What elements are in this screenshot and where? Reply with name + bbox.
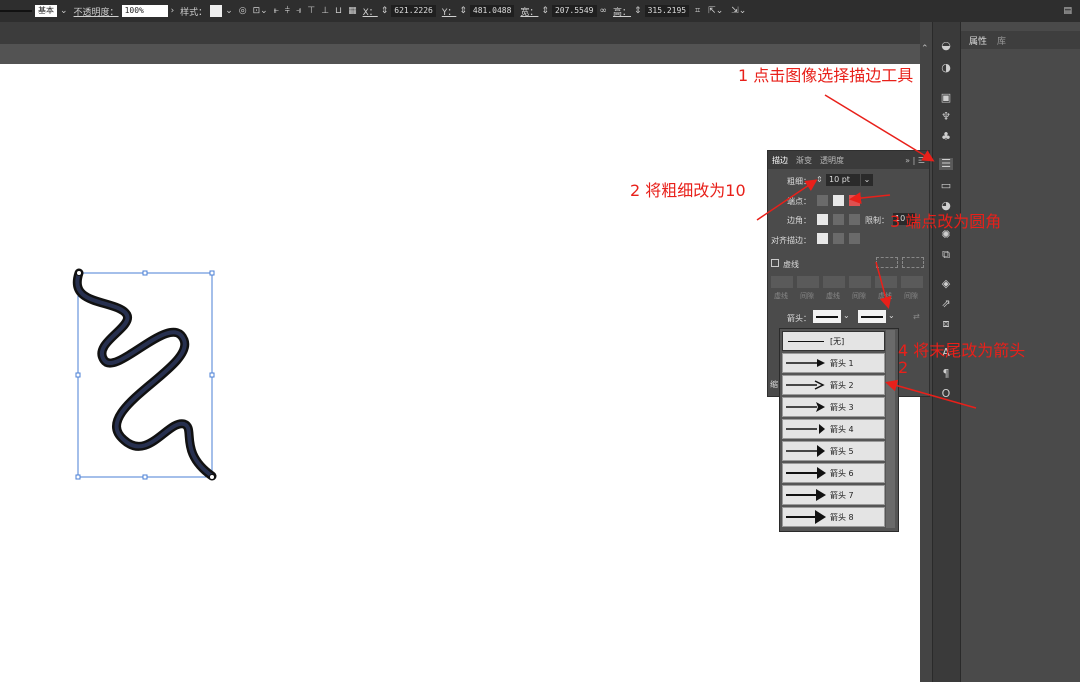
cap-label: 端点： [787, 197, 811, 206]
annotation-step-2: 2 将粗细改为10 [630, 181, 746, 200]
annotation-step-4-extra: 2 [898, 358, 909, 377]
arrowhead-option-2[interactable]: 箭头 2 [782, 375, 885, 395]
dash-align-icon[interactable] [902, 257, 924, 268]
start-arrowhead-select[interactable] [813, 310, 841, 323]
gap-input[interactable] [797, 276, 819, 288]
arrowhead-option-label: [无] [830, 337, 845, 346]
arrowhead-option-6[interactable]: 箭头 6 [782, 463, 885, 483]
anchor-point[interactable] [76, 270, 82, 276]
arrowhead-option-label: 箭头 2 [830, 381, 854, 390]
panel-collapse-icon[interactable]: » | ☰ [905, 156, 925, 165]
arrowhead-option-label: 箭头 4 [830, 425, 854, 434]
dashed-line-checkbox[interactable] [771, 259, 779, 267]
butt-cap-button[interactable] [817, 195, 828, 206]
selection-handle[interactable] [209, 270, 215, 276]
dash-input[interactable] [875, 276, 897, 288]
arrowhead-option-label: 箭头 5 [830, 447, 854, 456]
chevron-down-icon[interactable]: ⌄ [861, 174, 873, 186]
round-cap-button[interactable] [833, 195, 844, 206]
limit-label: 限制： [865, 216, 889, 225]
arrowhead-option-label: 箭头 3 [830, 403, 854, 412]
dashed-line-label: 虚线 [783, 260, 799, 269]
selection-handle[interactable] [209, 372, 215, 378]
arrowhead-option-none[interactable]: [无] [782, 331, 885, 351]
weight-label: 粗细： [787, 177, 811, 186]
weight-input[interactable]: 10 pt [826, 174, 860, 186]
annotation-step-4: 4 将末尾改为箭头 [898, 341, 1026, 360]
arrowhead-option-label: 箭头 6 [830, 469, 854, 478]
align-outside-button[interactable] [849, 233, 860, 244]
stepper-icon[interactable]: ⇕ [816, 175, 823, 184]
arrowhead-option-3[interactable]: 箭头 3 [782, 397, 885, 417]
arrowhead-option-4[interactable]: 箭头 4 [782, 419, 885, 439]
scale-label: 缩 [770, 380, 778, 389]
dash-input[interactable] [771, 276, 793, 288]
annotation-step-1: 1 点击图像选择描边工具 [738, 66, 914, 85]
dropdown-scrollbar[interactable] [886, 330, 895, 528]
tab-transparency[interactable]: 透明度 [820, 155, 844, 166]
tab-stroke[interactable]: 描边 [772, 155, 788, 166]
arrowhead-option-label: 箭头 1 [830, 359, 854, 368]
selection-handle[interactable] [75, 372, 81, 378]
selection-handle[interactable] [75, 474, 81, 480]
stroke-panel-tabs: 描边 渐变 透明度 » | ☰ [768, 151, 929, 169]
bevel-join-button[interactable] [849, 214, 860, 225]
dash-cell-label: 虚线 [878, 292, 892, 300]
arrowhead-option-1[interactable]: 箭头 1 [782, 353, 885, 373]
arrowheads-label: 箭头： [787, 314, 811, 323]
selection-handle[interactable] [142, 270, 148, 276]
arrowhead-option-label: 箭头 8 [830, 513, 854, 522]
anchor-point[interactable] [209, 474, 215, 480]
dash-cell-label: 间隙 [852, 292, 866, 300]
swap-arrowheads-icon[interactable]: ⇄ [913, 312, 920, 321]
curve-path[interactable] [75, 271, 214, 478]
selection-handle[interactable] [142, 474, 148, 480]
annotation-step-3: 3 端点改为圆角 [890, 212, 1002, 231]
dash-cell-label: 虚线 [826, 292, 840, 300]
gap-input[interactable] [849, 276, 871, 288]
dash-input[interactable] [823, 276, 845, 288]
projecting-cap-button[interactable] [849, 195, 860, 206]
arrowhead-option-7[interactable]: 箭头 7 [782, 485, 885, 505]
miter-join-button[interactable] [817, 214, 828, 225]
align-inside-button[interactable] [833, 233, 844, 244]
dash-cell-label: 间隙 [800, 292, 814, 300]
end-arrowhead-select[interactable] [858, 310, 886, 323]
round-join-button[interactable] [833, 214, 844, 225]
chevron-down-icon[interactable]: ⌄ [888, 311, 895, 320]
dash-cell-label: 间隙 [904, 292, 918, 300]
align-stroke-label: 对齐描边： [771, 236, 811, 245]
gap-input[interactable] [901, 276, 923, 288]
align-center-button[interactable] [817, 233, 828, 244]
tab-gradient[interactable]: 渐变 [796, 155, 812, 166]
arrowhead-option-5[interactable]: 箭头 5 [782, 441, 885, 461]
arrowhead-option-8[interactable]: 箭头 8 [782, 507, 885, 527]
arrowhead-option-label: 箭头 7 [830, 491, 854, 500]
chevron-down-icon[interactable]: ⌄ [843, 311, 850, 320]
dash-cell-label: 虚线 [774, 292, 788, 300]
corner-label: 边角： [787, 216, 811, 225]
dash-preserve-icon[interactable] [876, 257, 898, 268]
